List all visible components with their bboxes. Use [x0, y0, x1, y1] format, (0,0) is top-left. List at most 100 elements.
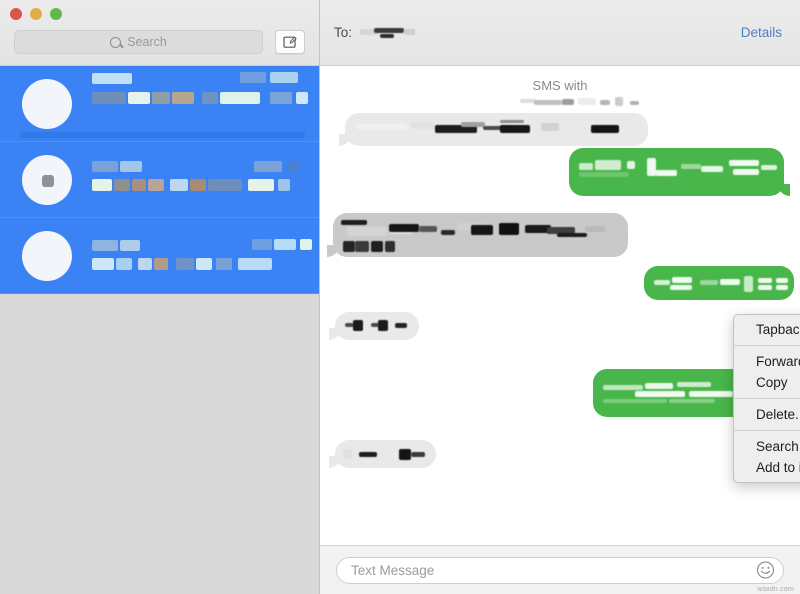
message-bubble[interactable] [345, 113, 648, 146]
list-item-preview-6 [190, 179, 206, 191]
compose-icon [283, 36, 297, 48]
conversation-name [520, 96, 640, 108]
list-item-name [92, 161, 118, 172]
recipient-field[interactable] [360, 26, 416, 39]
message-blur [672, 277, 692, 283]
chat-pane: To: Details SMS with Tapbac Forwar Copy … [320, 0, 800, 594]
message-blur [595, 160, 621, 170]
message-blur [353, 320, 363, 331]
message-blur [395, 323, 407, 328]
compose-button[interactable] [275, 30, 305, 54]
message-blur [655, 170, 677, 176]
list-item-preview-7 [270, 92, 292, 104]
message-blur [389, 224, 419, 232]
message-blur [720, 279, 740, 285]
window-controls [10, 8, 62, 20]
list-item-preview-8 [296, 92, 308, 104]
menu-item-search-with-google[interactable]: Search With Google [734, 436, 800, 457]
message-blur [541, 123, 559, 131]
list-item-timestamp-2 [288, 161, 300, 172]
list-item-preview-7 [216, 258, 232, 270]
message-blur [471, 225, 493, 235]
message-list: SMS with Tapbac Forwar Copy Delete. Sear… [320, 66, 800, 545]
message-blur [776, 278, 788, 283]
list-item-name-2 [120, 161, 142, 172]
list-item[interactable] [0, 218, 319, 294]
message-blur [371, 241, 383, 252]
message-blur [385, 241, 395, 252]
list-item-preview-2 [114, 179, 130, 191]
list-item-divider [20, 132, 305, 138]
sidebar-toolbar: Search [0, 0, 319, 66]
list-item[interactable] [0, 66, 319, 142]
list-item-timestamp [240, 72, 266, 83]
menu-item-forward[interactable]: Forward... [734, 351, 800, 372]
message-blur [557, 233, 587, 237]
menu-item-add-to-itunes[interactable]: Add to iTunes as a Spoken Track [734, 457, 800, 478]
list-item-name [92, 73, 132, 84]
message-blur [635, 391, 685, 397]
message-bubble[interactable] [335, 440, 436, 468]
list-item-preview-4 [148, 179, 164, 191]
context-menu-group: Search With Google Add to iTunes as a Sp… [734, 436, 800, 478]
list-item[interactable] [0, 142, 319, 218]
message-blur [654, 280, 670, 285]
list-item-preview [92, 92, 126, 104]
details-button[interactable]: Details [741, 25, 782, 40]
message-blur [411, 122, 435, 129]
message-input-placeholder: Text Message [351, 562, 435, 578]
recipient-blur-2 [374, 28, 405, 33]
message-blur [461, 122, 485, 127]
menu-item-tapback[interactable]: Tapback... [734, 319, 800, 340]
context-menu-group: Tapback... [734, 319, 800, 340]
list-item-preview-5 [170, 179, 188, 191]
message-blur [341, 220, 367, 225]
search-row: Search [0, 30, 319, 54]
message-blur [669, 399, 715, 403]
message-bubble[interactable] [644, 266, 794, 300]
message-bubble[interactable] [335, 312, 419, 340]
name-blur-2 [534, 100, 562, 105]
message-input[interactable]: Text Message [336, 556, 784, 584]
list-item-preview-4 [172, 92, 194, 104]
message-blur [758, 285, 772, 290]
list-item-preview-4 [154, 258, 168, 270]
search-input[interactable]: Search [14, 30, 263, 54]
conversation-list[interactable] [0, 66, 319, 594]
message-blur [357, 124, 407, 130]
menu-item-delete[interactable]: Delete... [734, 404, 800, 425]
minimize-button[interactable] [30, 8, 42, 20]
message-blur [701, 166, 723, 172]
sidebar: Search [0, 0, 320, 594]
message-bubble-selected[interactable] [333, 213, 628, 257]
message-blur [411, 452, 425, 457]
name-blur-6 [615, 97, 623, 106]
message-blur [499, 223, 519, 235]
message-blur [627, 161, 635, 169]
avatar [22, 231, 72, 281]
message-blur [563, 124, 585, 131]
message-blur [343, 241, 355, 252]
list-item-preview-3 [132, 179, 146, 191]
message-blur [670, 285, 692, 290]
emoji-button[interactable] [756, 561, 775, 580]
message-blur [585, 226, 605, 232]
list-item-preview [92, 179, 112, 191]
name-blur-7 [630, 101, 639, 105]
watermark: wsxdn.com [757, 586, 794, 593]
conversation-title: SMS with [532, 78, 588, 93]
list-item-timestamp [254, 161, 282, 172]
menu-item-copy[interactable]: Copy [734, 372, 800, 393]
context-menu[interactable]: Tapback... Forward... Copy Delete... Sea… [733, 314, 800, 483]
message-blur [347, 227, 387, 236]
close-button[interactable] [10, 8, 22, 20]
list-item-timestamp-2 [274, 239, 296, 250]
message-blur [681, 164, 701, 169]
list-item-preview-6 [220, 92, 260, 104]
message-bubble[interactable] [569, 148, 784, 196]
message-blur [645, 383, 673, 389]
list-item-preview-8 [248, 179, 274, 191]
zoom-button[interactable] [50, 8, 62, 20]
composer-bar: Text Message wsxdn.com [320, 545, 800, 594]
message-blur [776, 285, 788, 290]
